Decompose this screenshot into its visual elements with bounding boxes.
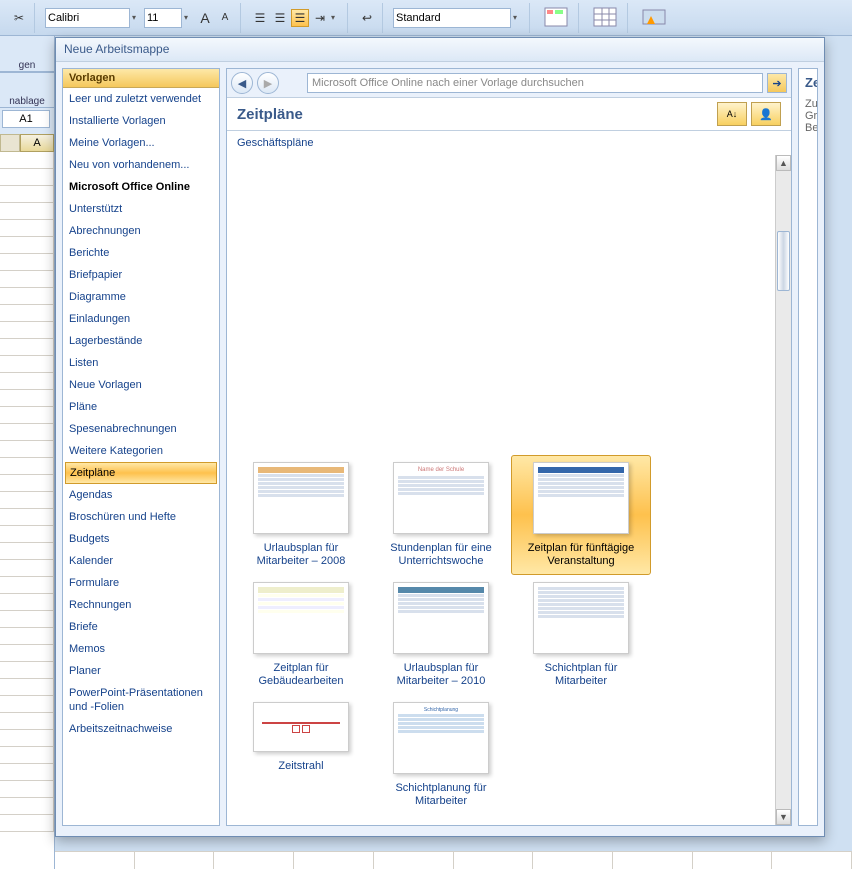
template-sidebar: Vorlagen Leer und zuletzt verwendet Inst…	[62, 68, 220, 826]
name-box[interactable]: A1	[2, 110, 50, 128]
sidebar-item-invoices[interactable]: Rechnungen	[63, 594, 219, 616]
sidebar-item-newtemplates[interactable]: Neue Vorlagen	[63, 374, 219, 396]
sidebar-item-blank[interactable]: Leer und zuletzt verwendet	[63, 88, 219, 110]
template-label: Zeitplan für fünftägige Veranstaltung	[518, 542, 644, 568]
gallery-scrollbar[interactable]: ▲ ▼	[775, 155, 791, 825]
ribbon: ✂ ▾ ▾ A A ☰ ☰ ☰ ⇥▾ ↩ ▾	[0, 0, 852, 36]
sort-icon: A↓	[727, 109, 738, 119]
increase-font-icon[interactable]: A	[196, 9, 214, 27]
scroll-thumb[interactable]	[777, 231, 790, 291]
template-label: Zeitplan für Gebäudearbeiten	[238, 662, 364, 688]
style-select[interactable]	[393, 8, 511, 28]
filter-users-button[interactable]: 👤	[751, 102, 781, 126]
font-select[interactable]	[45, 8, 130, 28]
sidebar-item-morecat[interactable]: Weitere Kategorien	[63, 440, 219, 462]
category-title: Zeitpläne	[237, 106, 713, 123]
sidebar-item-stationery[interactable]: Briefpapier	[63, 264, 219, 286]
indent-icon[interactable]: ⇥	[311, 9, 329, 27]
conditional-format-icon[interactable]	[540, 4, 572, 32]
sidebar-item-brochures[interactable]: Broschüren und Hefte	[63, 506, 219, 528]
sidebar-item-diagrams[interactable]: Diagramme	[63, 286, 219, 308]
template-label: Schichtplanung für Mitarbeiter	[378, 782, 504, 808]
sort-button[interactable]: A↓	[717, 102, 747, 126]
wrap-icon[interactable]: ↩	[358, 9, 376, 27]
search-go-button[interactable]: ➔	[767, 73, 787, 93]
scissors-icon[interactable]: ✂	[10, 9, 28, 27]
subcategory-link[interactable]: Geschäftspläne	[237, 137, 313, 149]
sidebar-item-fromexisting[interactable]: Neu von vorhandenem...	[63, 154, 219, 176]
template-item[interactable]: Schichtplanung Schichtplanung für Mitarb…	[371, 695, 511, 815]
template-label: Urlaubsplan für Mitarbeiter – 2008	[238, 542, 364, 568]
cell-styles-icon[interactable]	[638, 4, 670, 32]
align-right-icon[interactable]: ☰	[291, 9, 309, 27]
sidebar-item-installed[interactable]: Installierte Vorlagen	[63, 110, 219, 132]
preview-title: Ze	[805, 75, 811, 90]
template-label: Zeitstrahl	[238, 760, 364, 773]
new-workbook-dialog: Neue Arbeitsmappe Vorlagen Leer und zule…	[55, 37, 825, 837]
sidebar-item-inventory[interactable]: Lagerbestände	[63, 330, 219, 352]
sidebar-item-lists[interactable]: Listen	[63, 352, 219, 374]
sidebar-item-featured[interactable]: Unterstützt	[63, 198, 219, 220]
sidebar-header: Vorlagen	[63, 69, 219, 88]
template-item-selected[interactable]: Zeitplan für fünftägige Veranstaltung	[511, 455, 651, 575]
sidebar-item-timesheets[interactable]: Arbeitszeitnachweise	[63, 718, 219, 740]
sidebar-item-billing[interactable]: Abrechnungen	[63, 220, 219, 242]
template-gallery: Urlaubsplan für Mitarbeiter – 2008 Name …	[227, 155, 775, 825]
template-label: Stundenplan für eine Unterrichtswoche	[378, 542, 504, 568]
worksheet-edge: gen nablage A1 A	[0, 36, 55, 869]
sidebar-item-schedules[interactable]: Zeitpläne	[65, 462, 217, 484]
size-select[interactable]	[144, 8, 182, 28]
sidebar-item-agendas[interactable]: Agendas	[63, 484, 219, 506]
sidebar-item-planners[interactable]: Planer	[63, 660, 219, 682]
align-center-icon[interactable]: ☰	[271, 9, 289, 27]
template-item[interactable]: Zeitstrahl	[231, 695, 371, 815]
preview-pane: Ze Zur Grö Bew	[798, 68, 818, 826]
sidebar-item-invitations[interactable]: Einladungen	[63, 308, 219, 330]
scroll-up-icon[interactable]: ▲	[776, 155, 791, 171]
sidebar-item-letters[interactable]: Briefe	[63, 616, 219, 638]
template-search-input[interactable]	[307, 73, 763, 93]
table-format-icon[interactable]	[589, 4, 621, 32]
sidebar-item-calendars[interactable]: Kalender	[63, 550, 219, 572]
sidebar-item-forms[interactable]: Formulare	[63, 572, 219, 594]
template-main: ◀ ▶ ➔ Zeitpläne A↓ 👤 Geschäftspläne	[226, 68, 792, 826]
sidebar-item-reports[interactable]: Berichte	[63, 242, 219, 264]
template-item[interactable]: Urlaubsplan für Mitarbeiter – 2008	[231, 455, 371, 575]
template-label: Schichtplan für Mitarbeiter	[518, 662, 644, 688]
sidebar-item-plans[interactable]: Pläne	[63, 396, 219, 418]
sidebar-item-online[interactable]: Microsoft Office Online	[63, 176, 219, 198]
sidebar-item-budgets[interactable]: Budgets	[63, 528, 219, 550]
column-header-a[interactable]: A	[20, 134, 54, 152]
worksheet-cells	[55, 851, 852, 869]
template-item[interactable]: Schichtplan für Mitarbeiter	[511, 575, 651, 695]
template-item[interactable]: Zeitplan für Gebäudearbeiten	[231, 575, 371, 695]
sidebar-item-mytemplates[interactable]: Meine Vorlagen...	[63, 132, 219, 154]
scroll-down-icon[interactable]: ▼	[776, 809, 791, 825]
sidebar-item-expenses[interactable]: Spesenabrechnungen	[63, 418, 219, 440]
dialog-title: Neue Arbeitsmappe	[56, 38, 824, 62]
template-item[interactable]: Urlaubsplan für Mitarbeiter – 2010	[371, 575, 511, 695]
template-label: Urlaubsplan für Mitarbeiter – 2010	[378, 662, 504, 688]
sidebar-item-presentations[interactable]: PowerPoint-Präsentationen und -Folien	[63, 682, 219, 718]
nav-back-button[interactable]: ◀	[231, 72, 253, 94]
sidebar-item-memos[interactable]: Memos	[63, 638, 219, 660]
user-icon: 👤	[759, 108, 773, 121]
align-left-icon[interactable]: ☰	[251, 9, 269, 27]
nav-forward-button: ▶	[257, 72, 279, 94]
template-item[interactable]: Name der Schule Stundenplan für eine Unt…	[371, 455, 511, 575]
decrease-font-icon[interactable]: A	[216, 9, 234, 27]
